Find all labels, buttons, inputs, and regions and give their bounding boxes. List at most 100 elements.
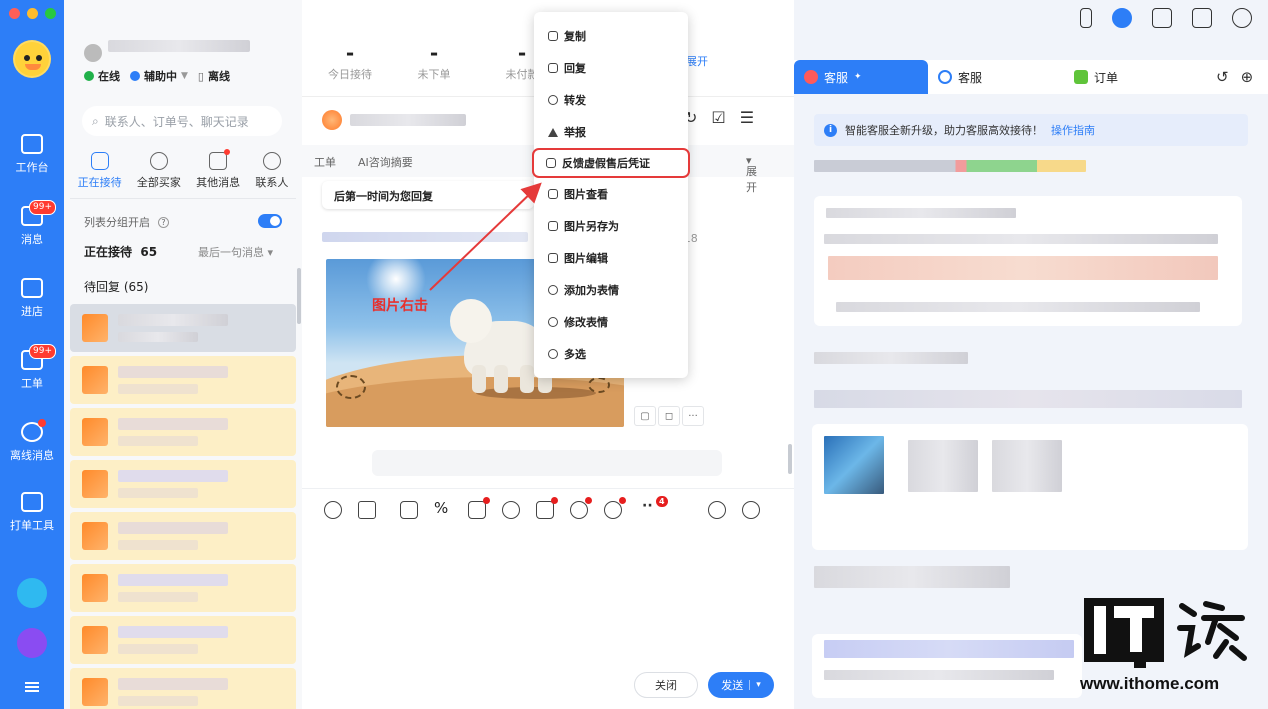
edit-sticker-icon [548, 317, 558, 327]
minimize-window-icon[interactable] [27, 8, 38, 19]
sort-selector[interactable]: 最后一句消息 ▾ [198, 244, 273, 260]
coupon-icon[interactable] [502, 501, 520, 519]
close-button[interactable]: 关闭 [634, 672, 698, 698]
print-order-icon [21, 492, 43, 512]
notes-icon[interactable] [1152, 8, 1172, 28]
history-icon[interactable]: ↺ [1216, 68, 1229, 86]
maximize-window-icon[interactable] [45, 8, 56, 19]
subtab-ticket[interactable]: 工单 [314, 154, 336, 170]
menu-item-reply[interactable]: 回复 [534, 52, 688, 84]
upload-icon[interactable] [400, 501, 418, 519]
menu-item-edit-sticker[interactable]: 修改表情 [534, 306, 688, 338]
status-offline[interactable]: ▯ 离线 [198, 68, 230, 84]
stats-expand-link[interactable]: 展开 [686, 53, 708, 69]
tab-serving[interactable]: 正在接待 [78, 152, 122, 190]
chevron-down-icon: ▼ [181, 71, 188, 81]
service-logo-icon [804, 70, 818, 84]
search-input[interactable]: ⌕ 联系人、订单号、聊天记录 [82, 106, 282, 136]
help-icon[interactable]: ? [158, 216, 169, 228]
info-card [814, 196, 1242, 326]
tab-order[interactable]: 订单 [1074, 60, 1118, 94]
send-button[interactable]: 发送 ▾ [708, 672, 774, 698]
tab-service-active[interactable]: 客服 ✦ [794, 60, 928, 94]
card-icon[interactable] [536, 497, 558, 519]
menu-item-feedback-fake-evidence[interactable]: 反馈虚假售后凭证 [532, 148, 690, 178]
pin-icon: ✦ [854, 72, 862, 82]
status-assist[interactable]: 辅助中 ▼ [130, 68, 188, 84]
subtab-expand[interactable]: 展开 ▾ [746, 154, 757, 194]
customer-service-icon[interactable] [1112, 8, 1132, 28]
app-logo[interactable] [13, 40, 51, 78]
order-card [812, 634, 1082, 698]
close-window-icon[interactable] [9, 8, 20, 19]
copy-icon[interactable]: ▢ [634, 406, 656, 426]
list-item[interactable] [70, 668, 296, 709]
quick-reply-icon[interactable] [742, 501, 760, 519]
task-check-icon[interactable]: ☑ [711, 108, 725, 127]
more-tools-button[interactable]: ·· 4 [642, 496, 668, 514]
user-avatar[interactable] [84, 44, 102, 62]
list-item[interactable] [70, 564, 296, 612]
voucher-icon[interactable] [604, 497, 626, 519]
subtab-ai-summary[interactable]: AI咨询摘要 [358, 154, 413, 170]
menu-icon[interactable] [25, 682, 39, 692]
add-tab-icon[interactable]: ⊕ [1241, 68, 1254, 86]
list-item[interactable] [70, 460, 296, 508]
list-item[interactable] [70, 616, 296, 664]
list-tabs: 正在接待 全部买家 其他消息 联系人 [70, 149, 296, 190]
rail-item-store[interactable]: 进店 [0, 278, 64, 319]
status-online[interactable]: 在线 [84, 68, 120, 84]
list-item[interactable] [70, 304, 296, 352]
rail-item-messages[interactable]: 99+ 消息 [0, 200, 64, 247]
stat-today: - 今日接待 [328, 41, 372, 81]
mini-app-icon[interactable] [17, 578, 47, 608]
gift-icon[interactable] [570, 497, 592, 519]
list-item[interactable] [70, 512, 296, 560]
shirt-icon[interactable] [1192, 8, 1212, 28]
tab-all-buyers[interactable]: 全部买家 [137, 152, 181, 190]
assist-moon-icon [130, 71, 140, 81]
buyer-avatar[interactable] [322, 110, 342, 130]
menu-item-multi-select[interactable]: 多选 [534, 338, 688, 370]
list-item[interactable] [70, 356, 296, 404]
tab-service[interactable]: 客服 [938, 60, 982, 94]
menu-icon[interactable]: ☰ [740, 108, 754, 127]
chat-scrollbar[interactable] [788, 444, 792, 474]
menu-item-edit-image[interactable]: 图片编辑 [534, 242, 688, 274]
menu-item-add-sticker[interactable]: 添加为表情 [534, 274, 688, 306]
reply-icon[interactable]: ◻ [658, 406, 680, 426]
settings-icon[interactable] [1232, 8, 1252, 28]
emoji-icon[interactable] [324, 501, 342, 519]
menu-item-view-image[interactable]: 图片查看 [534, 178, 688, 210]
image-tools: ▢ ◻ ··· [634, 406, 704, 426]
menu-item-save-image[interactable]: 图片另存为 [534, 210, 688, 242]
list-item[interactable] [70, 408, 296, 456]
product-card [812, 424, 1248, 550]
rail-item-tickets[interactable]: 99+ 工单 [0, 344, 64, 391]
chevron-down-icon[interactable]: ▾ [749, 680, 761, 690]
message-icon: 99+ [21, 200, 56, 226]
wallet-app-icon[interactable] [17, 628, 47, 658]
scissors-icon[interactable] [358, 501, 376, 519]
tab-contacts[interactable]: 联系人 [255, 152, 288, 190]
guide-link[interactable]: 操作指南 [1051, 122, 1095, 138]
more-count-badge: 4 [656, 496, 668, 507]
list-scrollbar[interactable] [297, 268, 301, 324]
tab-other-messages[interactable]: 其他消息 [196, 149, 240, 190]
phone-icon[interactable] [1080, 8, 1092, 28]
menu-item-report[interactable]: 举报 [534, 116, 688, 148]
group-toggle-switch[interactable] [258, 214, 282, 228]
rail-item-offline-messages[interactable]: 离线消息 [0, 419, 64, 463]
menu-item-copy[interactable]: 复制 [534, 20, 688, 52]
rail-item-workbench[interactable]: 工作台 [0, 134, 64, 175]
discount-icon[interactable]: % [434, 499, 452, 517]
moon-icon [938, 70, 952, 84]
rail-item-print-tool[interactable]: 打单工具 [0, 492, 64, 533]
order-icon[interactable] [468, 497, 490, 519]
chat-bubble-icon [90, 152, 109, 170]
menu-item-forward[interactable]: 转发 [534, 84, 688, 116]
compass-icon[interactable] [708, 501, 726, 519]
more-icon[interactable]: ··· [682, 406, 704, 426]
reply-bubble-blurred [372, 450, 722, 476]
image-save-icon [548, 221, 558, 231]
